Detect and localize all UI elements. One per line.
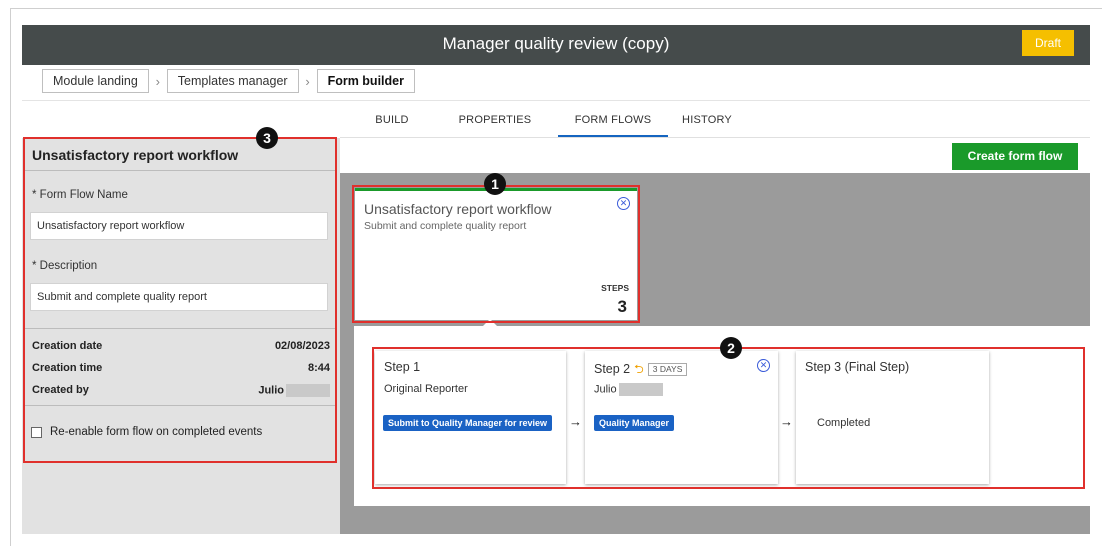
step-status: Completed — [817, 417, 871, 429]
step-card[interactable]: Step 3 (Final Step) Completed — [796, 351, 989, 484]
flow-card-title: Unsatisfactory report workflow — [364, 201, 552, 217]
step-title-row: Step 2 ⮌ 3 DAYS — [594, 360, 688, 381]
create-form-flow-button[interactable]: Create form flow — [952, 143, 1078, 170]
creation-time-label: Creation time — [32, 362, 103, 374]
created-by-label: Created by — [32, 384, 89, 396]
breadcrumb-form-builder[interactable]: Form builder — [316, 69, 415, 93]
right-arrow-icon: → — [780, 414, 793, 429]
creation-date-value: 02/08/2023 — [274, 340, 330, 352]
chevron-right-icon: › — [305, 73, 310, 89]
description-field[interactable] — [30, 283, 328, 311]
undo-arrow-icon: ⮌ — [634, 362, 644, 376]
status-badge: Draft — [1022, 30, 1074, 56]
tab-form-flows[interactable]: FORM FLOWS — [558, 103, 668, 137]
close-icon[interactable]: ✕ — [757, 359, 770, 372]
divider — [24, 328, 336, 329]
divider — [22, 100, 1090, 101]
divider — [24, 405, 336, 406]
step-assignee: Julio — [594, 383, 663, 396]
form-flow-card[interactable]: Unsatisfactory report workflow Submit an… — [355, 188, 637, 320]
callout-3: 3 — [256, 127, 278, 149]
step-title: Step 1 — [384, 360, 421, 374]
tabs-underline — [340, 137, 1090, 138]
creation-time-row: Creation time 8:44 — [32, 362, 330, 374]
reenable-checkbox-row[interactable]: Re-enable form flow on completed events — [31, 426, 262, 438]
created-by-row: Created by Julio — [32, 384, 330, 397]
step-assignee: Original Reporter — [384, 383, 468, 395]
created-by-value: Julio — [258, 384, 330, 397]
card-pointer — [482, 319, 498, 327]
breadcrumb-module-landing[interactable]: Module landing — [42, 69, 149, 93]
tab-build[interactable]: BUILD — [360, 103, 424, 137]
breadcrumb: Module landing › Templates manager › For… — [42, 69, 415, 93]
step-title: Step 3 (Final Step) — [805, 360, 910, 374]
description-label: * Description — [32, 260, 98, 272]
creation-date-row: Creation date 02/08/2023 — [32, 340, 330, 352]
step-action-tag: Quality Manager — [594, 415, 675, 431]
callout-1: 1 — [484, 173, 506, 195]
tab-history[interactable]: HISTORY — [672, 103, 742, 137]
created-by-name: Julio — [258, 384, 284, 397]
tab-bar: BUILD PROPERTIES FORM FLOWS HISTORY — [360, 103, 742, 137]
form-flow-name-label: * Form Flow Name — [32, 189, 128, 201]
creation-date-label: Creation date — [32, 340, 103, 352]
creation-time-value: 8:44 — [307, 362, 330, 374]
step-card[interactable]: Step 2 ⮌ 3 DAYS ✕ Julio Quality Manager — [585, 351, 778, 484]
form-flow-name-field[interactable] — [30, 212, 328, 240]
step-title: Step 2 — [594, 362, 631, 376]
days-badge: 3 DAYS — [647, 363, 688, 376]
close-icon[interactable]: ✕ — [617, 197, 630, 210]
right-arrow-icon: → — [569, 414, 582, 429]
step-action-tag: Submit to Quality Manager for review — [383, 415, 553, 431]
page-title: Manager quality review (copy) — [442, 34, 670, 53]
steps-label: STEPS — [601, 283, 629, 293]
chevron-right-icon: › — [155, 73, 160, 89]
title-bar: Manager quality review (copy) Draft — [22, 25, 1090, 65]
flow-card-subtitle: Submit and complete quality report — [364, 220, 527, 232]
reenable-checkbox[interactable] — [31, 426, 42, 438]
reenable-label: Re-enable form flow on completed events — [50, 426, 263, 438]
steps-count: 3 — [617, 297, 627, 316]
step-card[interactable]: Step 1 Original Reporter Submit to Quali… — [375, 351, 566, 484]
assignee-name: Julio — [594, 383, 617, 396]
redacted-surname — [286, 384, 330, 397]
callout-2: 2 — [720, 337, 742, 359]
panel-title: Unsatisfactory report workflow — [32, 147, 239, 163]
redacted-surname — [618, 383, 663, 396]
tab-properties[interactable]: PROPERTIES — [438, 103, 552, 137]
breadcrumb-templates-manager[interactable]: Templates manager — [166, 69, 299, 93]
divider — [24, 170, 336, 171]
